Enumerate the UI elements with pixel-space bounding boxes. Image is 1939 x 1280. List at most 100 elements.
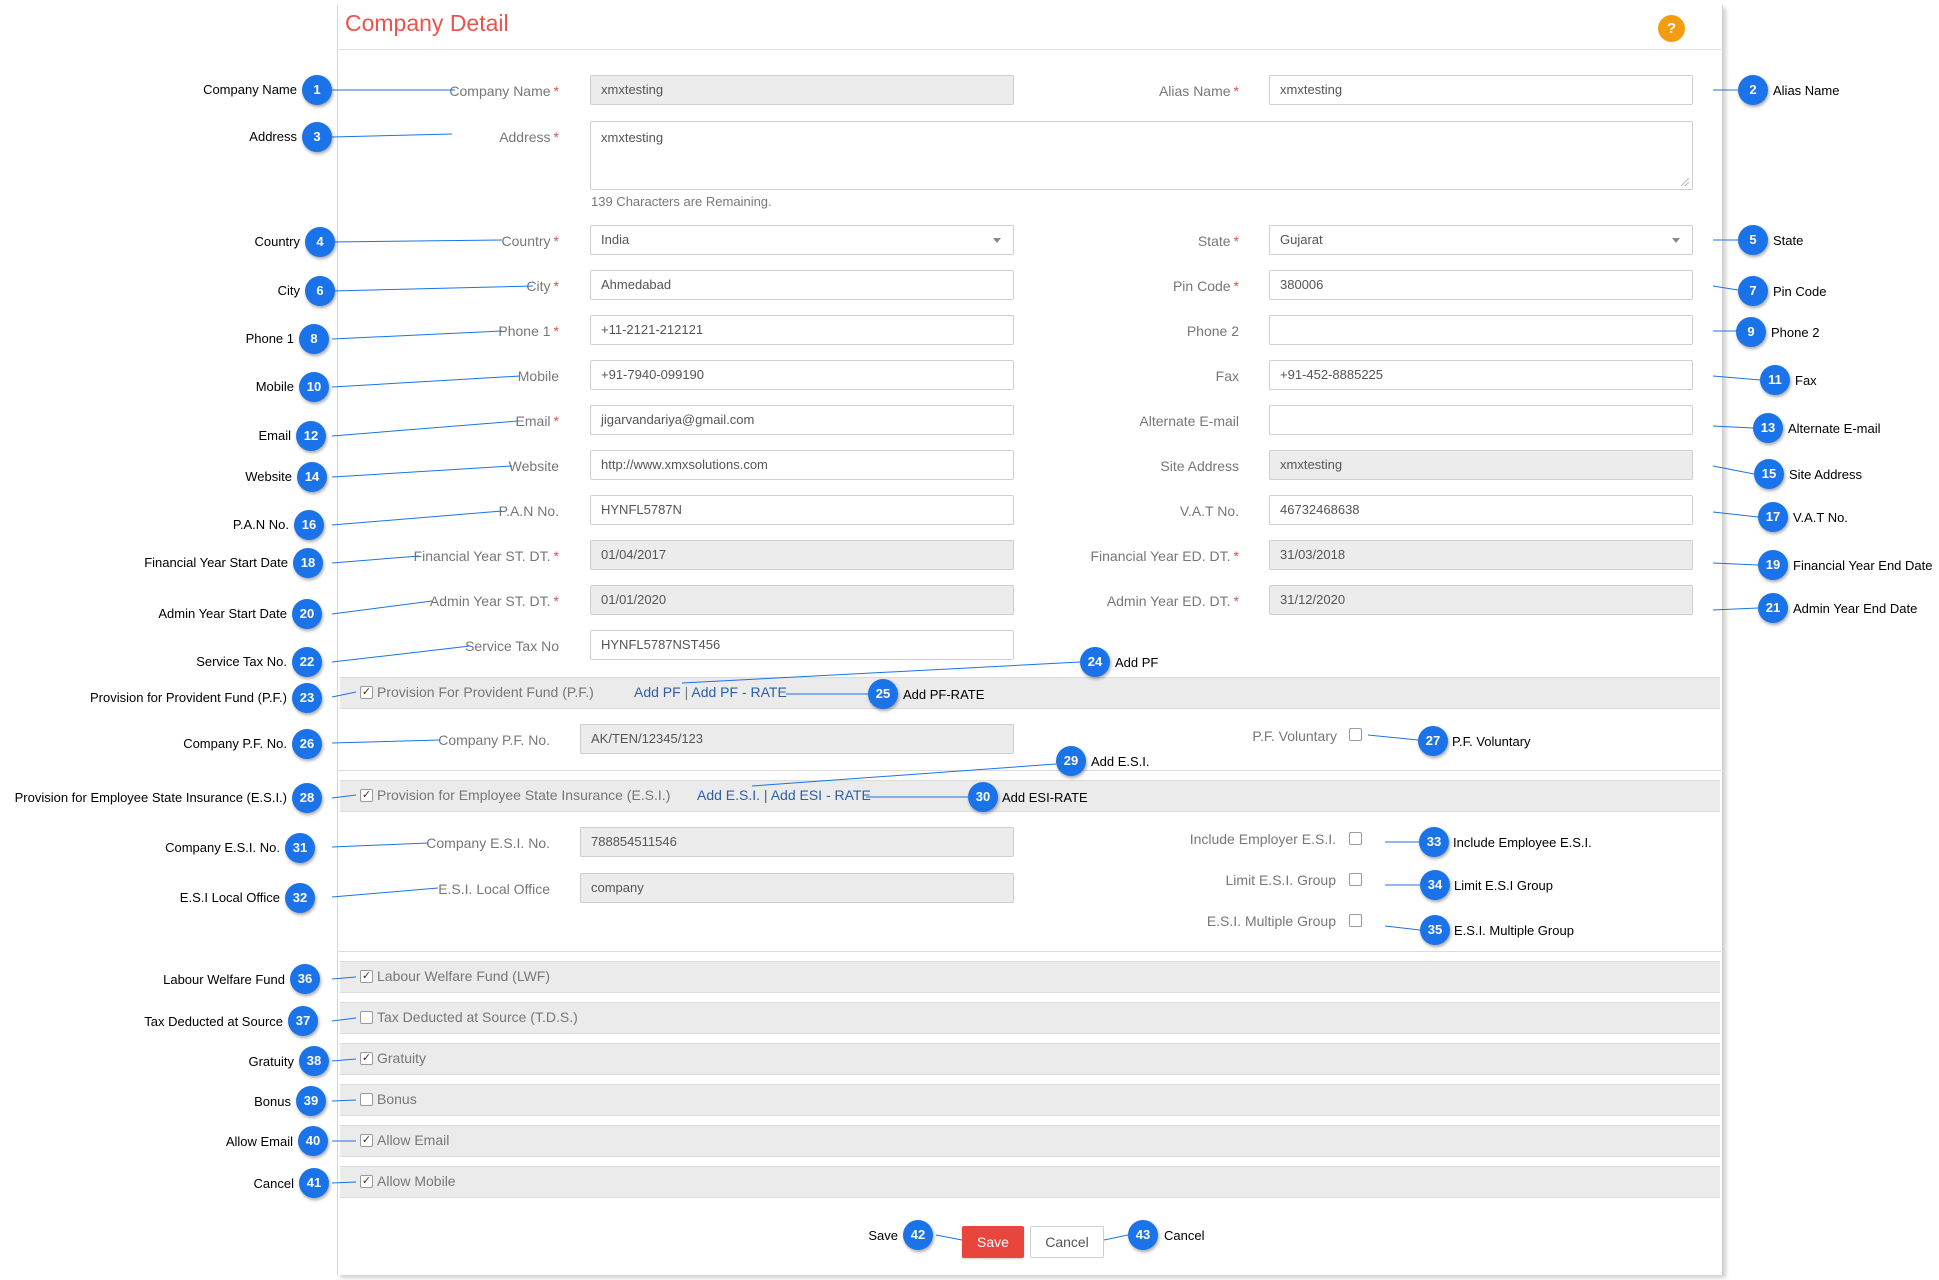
callout-badge: 1 <box>302 75 332 105</box>
callout-text: Company E.S.I. No. <box>165 840 280 855</box>
callout-badge: 3 <box>302 122 332 152</box>
esi-checkbox[interactable]: ✓ <box>360 789 373 802</box>
allow-email-section-bar <box>340 1125 1720 1157</box>
include-employer-esi-checkbox[interactable] <box>1349 832 1362 845</box>
title-divider <box>337 49 1721 50</box>
phone2-label: Phone 2 <box>1186 323 1239 339</box>
pf-voluntary-checkbox[interactable] <box>1349 728 1362 741</box>
add-pf-link-group: Add PF | Add PF - RATE <box>634 684 787 700</box>
callout-badge: 27 <box>1418 726 1448 756</box>
company-name-input[interactable]: xmxtesting <box>590 75 1014 105</box>
state-select[interactable]: Gujarat <box>1269 225 1693 255</box>
callout-text: Pin Code <box>1773 284 1827 299</box>
pf-checkbox[interactable]: ✓ <box>360 686 373 699</box>
fy-start-input[interactable]: 01/04/2017 <box>590 540 1014 570</box>
pf-section-label: Provision For Provident Fund (P.F.) <box>377 684 594 700</box>
add-esi-rate-link[interactable]: Add ESI - RATE <box>771 787 871 803</box>
address-textarea[interactable]: xmxtesting <box>590 121 1693 190</box>
page-title: Company Detail <box>345 10 509 36</box>
pan-input[interactable]: HYNFL5787N <box>590 495 1014 525</box>
callout-text: City <box>277 283 300 298</box>
bonus-section-label: Bonus <box>377 1091 417 1107</box>
callout-badge: 39 <box>296 1086 326 1116</box>
tds-checkbox[interactable] <box>360 1011 373 1024</box>
email-label: Email * <box>515 413 559 429</box>
phone1-input[interactable]: +11-2121-212121 <box>590 315 1014 345</box>
site-address-label: Site Address <box>1160 458 1239 474</box>
callout-badge: 22 <box>292 647 322 677</box>
site-address-input[interactable]: xmxtesting <box>1269 450 1693 480</box>
country-select[interactable]: India <box>590 225 1014 255</box>
fy-end-input[interactable]: 31/03/2018 <box>1269 540 1693 570</box>
limit-esi-group-checkbox[interactable] <box>1349 873 1362 886</box>
callout-text: V.A.T No. <box>1793 510 1848 525</box>
email-input[interactable]: jigarvandariya@gmail.com <box>590 405 1014 435</box>
admin-start-input[interactable]: 01/01/2020 <box>590 585 1014 615</box>
website-label: Website <box>508 458 559 474</box>
alias-name-input[interactable]: xmxtesting <box>1269 75 1693 105</box>
resize-handle-icon[interactable] <box>1681 178 1689 186</box>
add-esi-link[interactable]: Add E.S.I. <box>697 787 760 803</box>
callout-badge: 4 <box>305 227 335 257</box>
callout-text: Financial Year End Date <box>1793 558 1933 573</box>
admin-end-input[interactable]: 31/12/2020 <box>1269 585 1693 615</box>
callout-text: Fax <box>1795 373 1817 388</box>
save-button[interactable]: Save <box>962 1226 1024 1258</box>
link-separator: | <box>680 684 692 700</box>
service-tax-input[interactable]: HYNFL5787NST456 <box>590 630 1014 660</box>
help-icon[interactable]: ? <box>1658 15 1685 42</box>
callout-text: Site Address <box>1789 467 1862 482</box>
callout-badge: 20 <box>292 599 322 629</box>
callout-badge: 9 <box>1736 317 1766 347</box>
callout-text: Add ESI-RATE <box>1002 790 1088 805</box>
vat-label: V.A.T No. <box>1179 503 1239 519</box>
add-pf-link[interactable]: Add PF <box>634 684 681 700</box>
callout-text: P.F. Voluntary <box>1452 734 1531 749</box>
callout-text: Country <box>254 234 300 249</box>
allow-email-checkbox[interactable]: ✓ <box>360 1134 373 1147</box>
esi-section-label: Provision for Employee State Insurance (… <box>377 787 671 803</box>
callout-badge: 7 <box>1738 276 1768 306</box>
gratuity-checkbox[interactable]: ✓ <box>360 1052 373 1065</box>
mobile-input[interactable]: +91-7940-099190 <box>590 360 1014 390</box>
allow-mobile-checkbox[interactable]: ✓ <box>360 1175 373 1188</box>
callout-badge: 35 <box>1420 915 1450 945</box>
callout-text: Address <box>249 129 297 144</box>
company-esi-input[interactable]: 788854511546 <box>580 827 1014 857</box>
vat-input[interactable]: 46732468638 <box>1269 495 1693 525</box>
website-input[interactable]: http://www.xmxsolutions.com <box>590 450 1014 480</box>
esi-multiple-group-checkbox[interactable] <box>1349 914 1362 927</box>
pf-divider <box>337 770 1721 771</box>
bonus-checkbox[interactable] <box>360 1093 373 1106</box>
city-input[interactable]: Ahmedabad <box>590 270 1014 300</box>
callout-text: Provision for Provident Fund (P.F.) <box>89 690 287 705</box>
company-pf-input[interactable]: AK/TEN/12345/123 <box>580 724 1014 754</box>
callout-text: Phone 2 <box>1771 325 1820 340</box>
esi-local-office-input[interactable]: company <box>580 873 1014 903</box>
add-esi-link-group: Add E.S.I. | Add ESI - RATE <box>697 787 871 803</box>
callout-badge: 17 <box>1758 502 1788 532</box>
pin-code-label: Pin Code * <box>1172 278 1239 294</box>
callout-text: Add E.S.I. <box>1091 754 1150 769</box>
alt-email-input[interactable] <box>1269 405 1693 435</box>
callout-badge: 15 <box>1754 459 1784 489</box>
gratuity-section-label: Gratuity <box>377 1050 427 1066</box>
cancel-button[interactable]: Cancel <box>1030 1226 1104 1258</box>
fax-input[interactable]: +91-452-8885225 <box>1269 360 1693 390</box>
state-label: State * <box>1197 233 1239 249</box>
callout-badge: 2 <box>1738 75 1768 105</box>
callout-badge: 33 <box>1419 827 1449 857</box>
callout-badge: 8 <box>299 324 329 354</box>
callout-text: Alias Name <box>1773 83 1840 98</box>
add-pf-rate-link[interactable]: Add PF - RATE <box>691 684 786 700</box>
lwf-section-label: Labour Welfare Fund (LWF) <box>377 968 550 984</box>
callout-badge: 13 <box>1753 413 1783 443</box>
phone2-input[interactable] <box>1269 315 1693 345</box>
callout-text: Include Employee E.S.I. <box>1453 835 1592 850</box>
callout-text: Cancel <box>1164 1228 1205 1243</box>
pin-code-input[interactable]: 380006 <box>1269 270 1693 300</box>
lwf-checkbox[interactable]: ✓ <box>360 970 373 983</box>
callout-text: Bonus <box>254 1094 291 1109</box>
bonus-section-bar <box>340 1084 1720 1116</box>
callout-text: Mobile <box>255 379 294 394</box>
